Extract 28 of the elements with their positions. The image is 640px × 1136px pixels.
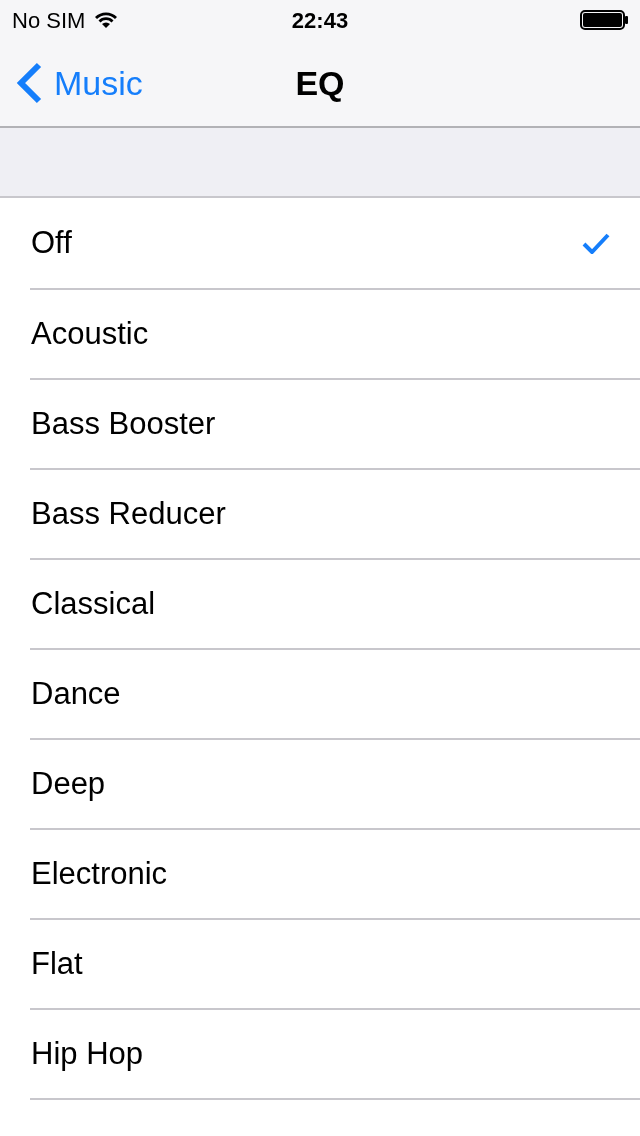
carrier-label: No SIM [12, 6, 86, 35]
preset-row[interactable]: Bass Reducer [30, 468, 640, 558]
preset-label: Bass Reducer [31, 494, 227, 533]
preset-label: Dance [31, 674, 122, 713]
preset-row[interactable]: Bass Booster [30, 378, 640, 468]
preset-row[interactable]: Electronic [30, 828, 640, 918]
preset-row[interactable]: Classical [30, 558, 640, 648]
preset-label: Classical [31, 584, 157, 623]
preset-row[interactable]: Acoustic [30, 288, 640, 378]
back-button[interactable]: Music [16, 57, 143, 109]
preset-row[interactable]: Off [0, 198, 640, 288]
preset-label: Deep [31, 764, 107, 803]
clock: 22:43 [291, 6, 349, 35]
checkmark-icon [582, 232, 610, 254]
preset-row[interactable]: Deep [30, 738, 640, 828]
preset-row[interactable]: Dance [30, 648, 640, 738]
preset-label: Electronic [31, 854, 169, 893]
chevron-left-icon [16, 62, 42, 104]
preset-row[interactable]: Flat [30, 918, 640, 1008]
screen-title: EQ [295, 62, 345, 104]
wifi-icon [95, 12, 118, 28]
preset-label: Flat [31, 944, 84, 983]
preset-row[interactable]: Hip Hop [30, 1008, 640, 1098]
preset-label: Off [31, 223, 73, 262]
preset-label: Hip Hop [31, 1034, 144, 1073]
preset-label: Acoustic [31, 314, 150, 353]
battery-icon [580, 10, 628, 30]
preset-label: Bass Booster [31, 404, 217, 443]
